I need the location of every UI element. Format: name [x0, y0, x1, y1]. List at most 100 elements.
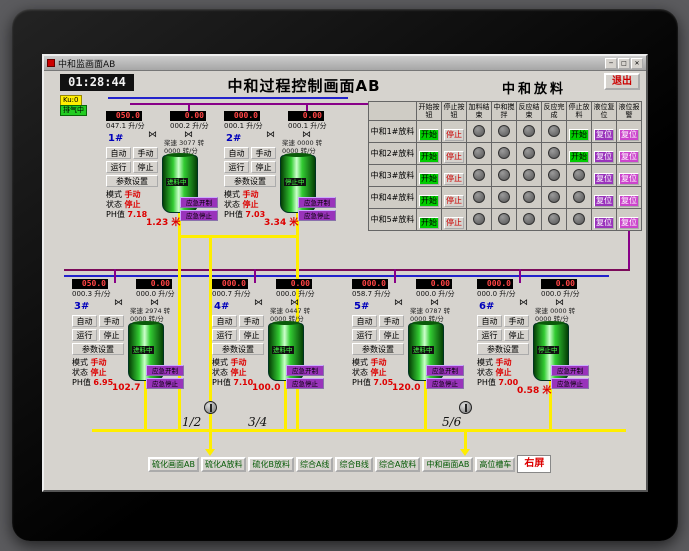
pipe-yellow-main [92, 429, 626, 432]
mid-start-button[interactable]: 开始 [569, 151, 589, 163]
tank-status-label: 停止中 [537, 346, 559, 354]
emergency-stop-button[interactable]: 应急停止 [551, 378, 589, 389]
manual-button[interactable]: 手动 [133, 147, 158, 159]
manual-button[interactable]: 手动 [379, 315, 404, 327]
alarm-reset-button[interactable]: 复位 [619, 217, 639, 229]
start-cell: 开始 [416, 164, 442, 187]
nav-button[interactable]: 硫化B放料 [248, 456, 294, 472]
alarm-reset-button[interactable]: 复位 [619, 129, 639, 141]
flow-actual-value: 000.1 升/分 [224, 122, 263, 130]
stop-button[interactable]: 停止 [379, 329, 404, 341]
stop-button[interactable]: 停止 [239, 329, 264, 341]
row-label: 中和3#放料 [368, 164, 417, 187]
start-button[interactable]: 开始 [419, 195, 439, 207]
nav-button[interactable]: 综合A放料 [374, 456, 421, 472]
emergency-stop-button[interactable]: 应急停止 [426, 378, 464, 389]
manual-button[interactable]: 手动 [99, 315, 124, 327]
stop-button[interactable]: 停止 [444, 151, 464, 163]
run-button[interactable]: 运行 [352, 329, 377, 341]
parameter-settings-button[interactable]: 参数设置 [106, 175, 158, 187]
alarm-reset-button[interactable]: 复位 [619, 151, 639, 163]
level-reset-button[interactable]: 复位 [594, 129, 614, 141]
run-button[interactable]: 运行 [212, 329, 237, 341]
maximize-button[interactable]: □ [618, 57, 630, 69]
run-button[interactable]: 运行 [477, 329, 502, 341]
indicator-cell [516, 208, 542, 231]
alarm-reset-button[interactable]: 复位 [619, 173, 639, 185]
emergency-open-button[interactable]: 应急开制 [426, 365, 464, 376]
manual-button[interactable]: 手动 [504, 315, 529, 327]
manual-button[interactable]: 手动 [251, 147, 276, 159]
auto-button[interactable]: 自动 [106, 147, 131, 159]
nav-button[interactable]: 硫化画面AB [148, 456, 199, 472]
alarm-reset-button[interactable]: 复位 [619, 195, 639, 207]
parameter-settings-button[interactable]: 参数设置 [72, 343, 124, 355]
level-reset-button[interactable]: 复位 [594, 195, 614, 207]
state-value: 停止 [230, 368, 247, 377]
auto-button[interactable]: 自动 [72, 315, 97, 327]
pipe-yellow-outlet [209, 429, 212, 449]
auto-button[interactable]: 自动 [224, 147, 249, 159]
desktop-background: { "window": { "title": "中和监画面AB", "minim… [0, 0, 689, 551]
emergency-open-button[interactable]: 应急开制 [551, 365, 589, 376]
window-icon [47, 59, 55, 67]
stop-button[interactable]: 停止 [444, 195, 464, 207]
stop-button[interactable]: 停止 [251, 161, 276, 173]
parameter-settings-button[interactable]: 参数设置 [477, 343, 529, 355]
start-button[interactable]: 开始 [419, 173, 439, 185]
run-button[interactable]: 运行 [224, 161, 249, 173]
state-line: 状态 停止 [72, 368, 113, 378]
nav-button[interactable]: 高位槽车 [475, 456, 516, 472]
indicator-cell [491, 186, 517, 209]
mode-label: 模式 [477, 358, 496, 367]
reset-cell: 复位 [591, 208, 617, 231]
nav-button[interactable]: 综合B线 [335, 456, 373, 472]
emergency-stop-button[interactable]: 应急停止 [298, 210, 336, 221]
emergency-open-button[interactable]: 应急开制 [180, 197, 218, 208]
nav-button[interactable]: 硫化A放料 [200, 456, 247, 472]
run-button[interactable]: 运行 [106, 161, 131, 173]
status-indicator [573, 213, 585, 225]
emergency-open-button[interactable]: 应急开制 [146, 365, 184, 376]
stop-button[interactable]: 停止 [133, 161, 158, 173]
start-button[interactable]: 开始 [419, 129, 439, 141]
manual-button[interactable]: 手动 [239, 315, 264, 327]
nav-button[interactable]: 中和画面AB [422, 456, 474, 472]
reactor-unit: 000.0000.7 升/分0.00000.0 升/分4#桨速 0447 转00… [212, 279, 324, 411]
parameter-settings-button[interactable]: 参数设置 [224, 175, 276, 187]
emergency-open-button[interactable]: 应急开制 [298, 197, 336, 208]
run-button[interactable]: 运行 [72, 329, 97, 341]
indicator-cell [516, 164, 542, 187]
tank-level-value: 0.58 米 [517, 386, 552, 396]
stop-button[interactable]: 停止 [444, 217, 464, 229]
level-reset-button[interactable]: 复位 [594, 173, 614, 185]
close-button[interactable]: ✕ [631, 57, 643, 69]
minimize-button[interactable]: ─ [605, 57, 617, 69]
auto-button[interactable]: 自动 [212, 315, 237, 327]
stop-button[interactable]: 停止 [444, 173, 464, 185]
stop-button[interactable]: 停止 [444, 129, 464, 141]
start-button[interactable]: 开始 [419, 217, 439, 229]
emergency-stop-button[interactable]: 应急停止 [180, 210, 218, 221]
parameter-settings-button[interactable]: 参数设置 [352, 343, 404, 355]
stop-button[interactable]: 停止 [99, 329, 124, 341]
exit-button[interactable]: 退出 [604, 73, 640, 90]
pump-icon [459, 401, 472, 414]
stop-button[interactable]: 停止 [504, 329, 529, 341]
emergency-stop-button[interactable]: 应急停止 [286, 378, 324, 389]
nav-button[interactable]: 综合A线 [295, 456, 334, 472]
right-screen-button[interactable]: 右屏 [517, 455, 552, 473]
auto-button[interactable]: 自动 [352, 315, 377, 327]
emergency-stop-button[interactable]: 应急停止 [146, 378, 184, 389]
parameter-settings-button[interactable]: 参数设置 [212, 343, 264, 355]
emergency-open-button[interactable]: 应急开制 [286, 365, 324, 376]
mid-start-button[interactable]: 开始 [569, 129, 589, 141]
indicator-cell [466, 164, 492, 187]
auto-button[interactable]: 自动 [477, 315, 502, 327]
alarm-cell: 复位 [616, 208, 642, 231]
level-reset-button[interactable]: 复位 [594, 217, 614, 229]
start-button[interactable]: 开始 [419, 151, 439, 163]
indicator-cell [541, 208, 567, 231]
level-reset-button[interactable]: 复位 [594, 151, 614, 163]
start-cell: 开始 [416, 120, 442, 143]
